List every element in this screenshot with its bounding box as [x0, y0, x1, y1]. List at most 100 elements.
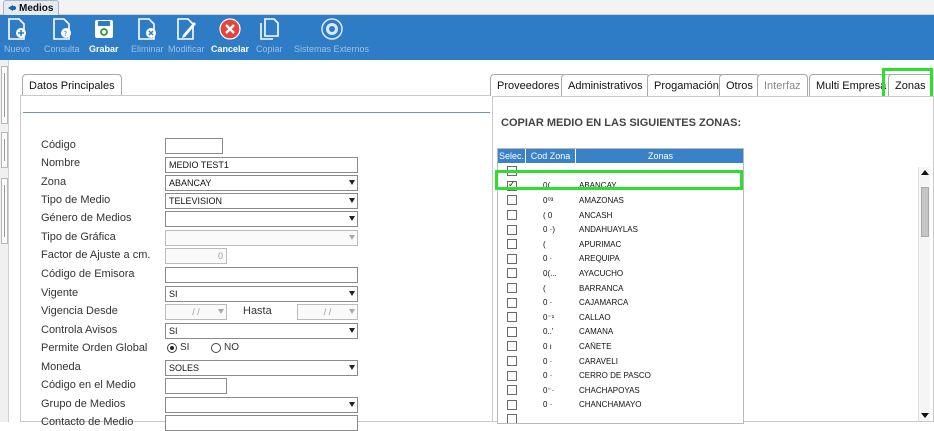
- zona-cell: CHANCHAMAYO: [579, 400, 642, 410]
- tab-proveedores[interactable]: Proveedores: [490, 74, 567, 96]
- genero-select[interactable]: [165, 211, 358, 227]
- factor-field[interactable]: 0: [165, 248, 227, 264]
- select-checkbox[interactable]: [507, 385, 517, 396]
- eliminar-button[interactable]: Eliminar: [131, 18, 164, 58]
- table-row[interactable]: 0 · CAJAMARCA: [498, 295, 743, 310]
- select-checkbox[interactable]: [507, 195, 517, 206]
- select-checkbox[interactable]: [507, 224, 517, 235]
- scroll-up-icon[interactable]: [921, 170, 929, 175]
- tab-multi-empresa[interactable]: Multi Empresa: [809, 74, 894, 96]
- zona-select[interactable]: ABANCAY: [165, 175, 358, 191]
- select-checkbox[interactable]: [507, 210, 517, 221]
- main-content: Datos Principales Código Nombre MEDIO TE…: [10, 60, 934, 431]
- codigo-emisora-label: Código de Emisora: [41, 268, 135, 280]
- tab-datos-principales[interactable]: Datos Principales: [22, 74, 122, 96]
- table-row[interactable]: 0 · CHANCHAMAYO: [498, 398, 743, 413]
- vigente-label: Vigente: [41, 287, 79, 299]
- select-checkbox[interactable]: [507, 283, 517, 294]
- table-row[interactable]: ( 0 ANCASH: [498, 208, 743, 223]
- zona-cell: AMAZONAS: [579, 195, 624, 205]
- sistemas-externos-button[interactable]: Sistemas Externos: [294, 18, 369, 58]
- window-tab-bar: Medios: [0, 0, 934, 15]
- select-checkbox[interactable]: [507, 356, 517, 367]
- controla-avisos-value: SI: [169, 326, 178, 336]
- select-checkbox[interactable]: [507, 326, 517, 337]
- chevron-down-icon: [349, 365, 355, 370]
- select-checkbox[interactable]: [507, 370, 517, 381]
- side-tab-2[interactable]: [1, 132, 8, 168]
- tipo-medio-select[interactable]: TELEVISION: [165, 193, 358, 209]
- select-checkbox[interactable]: [507, 239, 517, 250]
- header-cod-zona[interactable]: Cod Zona: [526, 149, 576, 163]
- modificar-button[interactable]: Modificar: [168, 18, 205, 58]
- select-checkbox[interactable]: [507, 399, 517, 410]
- window-tab-medios[interactable]: Medios: [3, 0, 60, 15]
- eliminar-label: Eliminar: [131, 44, 164, 54]
- zona-cell: AREQUIPA: [579, 254, 620, 264]
- orden-global-si-radio[interactable]: [167, 343, 177, 353]
- table-row[interactable]: 0⁰³ AMAZONAS: [498, 193, 743, 208]
- tab-progamacion[interactable]: Progamación: [647, 74, 726, 96]
- nombre-field[interactable]: MEDIO TEST1: [165, 157, 358, 173]
- table-row[interactable]: (APURIMAC: [498, 237, 743, 252]
- table-row[interactable]: 0..' CAMANA: [498, 325, 743, 340]
- table-row[interactable]: 0 ı CAÑETE: [498, 339, 743, 354]
- table-row[interactable]: 0 · AREQUIPA: [498, 252, 743, 267]
- moneda-label: Moneda: [41, 361, 81, 373]
- grabar-button[interactable]: Grabar: [89, 18, 119, 58]
- table-row[interactable]: [498, 412, 743, 423]
- cod-zona-cell: 0⁻¹: [543, 312, 555, 322]
- cancelar-button[interactable]: Cancelar: [211, 18, 249, 58]
- grupo-medios-select[interactable]: [165, 397, 358, 413]
- table-row[interactable]: 0⁻· CHACHAPOYAS: [498, 383, 743, 398]
- moneda-select[interactable]: SOLES: [165, 360, 358, 376]
- datos-principales-panel: Código Nombre MEDIO TEST1 Zona ABANCAY T…: [20, 95, 493, 431]
- tab-administrativos[interactable]: Administrativos: [561, 74, 650, 96]
- codigo-field[interactable]: [165, 138, 223, 154]
- consulta-button[interactable]: ? Consulta: [44, 18, 80, 58]
- header-selec[interactable]: Selec.: [498, 149, 526, 163]
- scrollbar-thumb[interactable]: [921, 187, 929, 237]
- select-checkbox[interactable]: [507, 253, 517, 264]
- scroll-down-icon[interactable]: [921, 413, 929, 418]
- tipo-grafica-select[interactable]: [165, 230, 358, 246]
- new-document-icon: [8, 18, 26, 40]
- table-row[interactable]: 0(... AYACUCHO: [498, 266, 743, 281]
- cod-zona-cell: 0⁰³: [543, 195, 554, 205]
- table-row[interactable]: (BARRANCA: [498, 281, 743, 296]
- table-row[interactable]: 0 ·) ANDAHUAYLAS: [498, 222, 743, 237]
- select-checkbox[interactable]: [507, 312, 517, 323]
- controla-avisos-select[interactable]: SI: [165, 323, 358, 339]
- chevron-down-icon: [349, 309, 355, 314]
- modificar-label: Modificar: [168, 44, 205, 54]
- tipo-grafica-label: Tipo de Gráfica: [41, 231, 116, 243]
- select-checkbox[interactable]: [507, 341, 517, 352]
- contacto-field[interactable]: [165, 415, 358, 431]
- orden-global-no-radio[interactable]: [211, 343, 221, 353]
- table-row[interactable]: 0 · CERRO DE PASCO: [498, 368, 743, 383]
- tab-otros[interactable]: Otros: [719, 74, 760, 96]
- codigo-emisora-field[interactable]: [165, 267, 358, 283]
- zona-cell: CARAVELI: [579, 356, 618, 366]
- copiar-button[interactable]: Copiar: [256, 18, 283, 58]
- codigo-medio-field[interactable]: [165, 378, 227, 394]
- vigencia-desde-field[interactable]: / /: [165, 304, 227, 320]
- select-checkbox[interactable]: [507, 414, 517, 423]
- side-tab-1[interactable]: [1, 66, 8, 124]
- select-checkbox[interactable]: [507, 268, 517, 279]
- vigente-select[interactable]: SI: [165, 286, 358, 302]
- header-zonas[interactable]: Zonas: [576, 149, 743, 163]
- nuevo-button[interactable]: Nuevo: [4, 18, 30, 58]
- table-row[interactable]: 0⁻¹ CALLAO: [498, 310, 743, 325]
- section-title: COPIAR MEDIO EN LAS SIGUIENTES ZONAS:: [501, 117, 742, 129]
- hasta-field[interactable]: / /: [297, 304, 358, 320]
- factor-label: Factor de Ajuste a cm.: [41, 249, 151, 261]
- table-row[interactable]: 0 · CARAVELI: [498, 354, 743, 369]
- select-checkbox[interactable]: [507, 297, 517, 308]
- tab-interfaz[interactable]: Interfaz: [757, 74, 808, 96]
- side-tab-3[interactable]: [1, 178, 8, 244]
- vertical-scrollbar[interactable]: [918, 167, 930, 421]
- cod-zona-cell: (: [543, 283, 546, 293]
- cod-zona-cell: (: [543, 239, 546, 249]
- cod-zona-cell: 0 ·: [543, 298, 553, 308]
